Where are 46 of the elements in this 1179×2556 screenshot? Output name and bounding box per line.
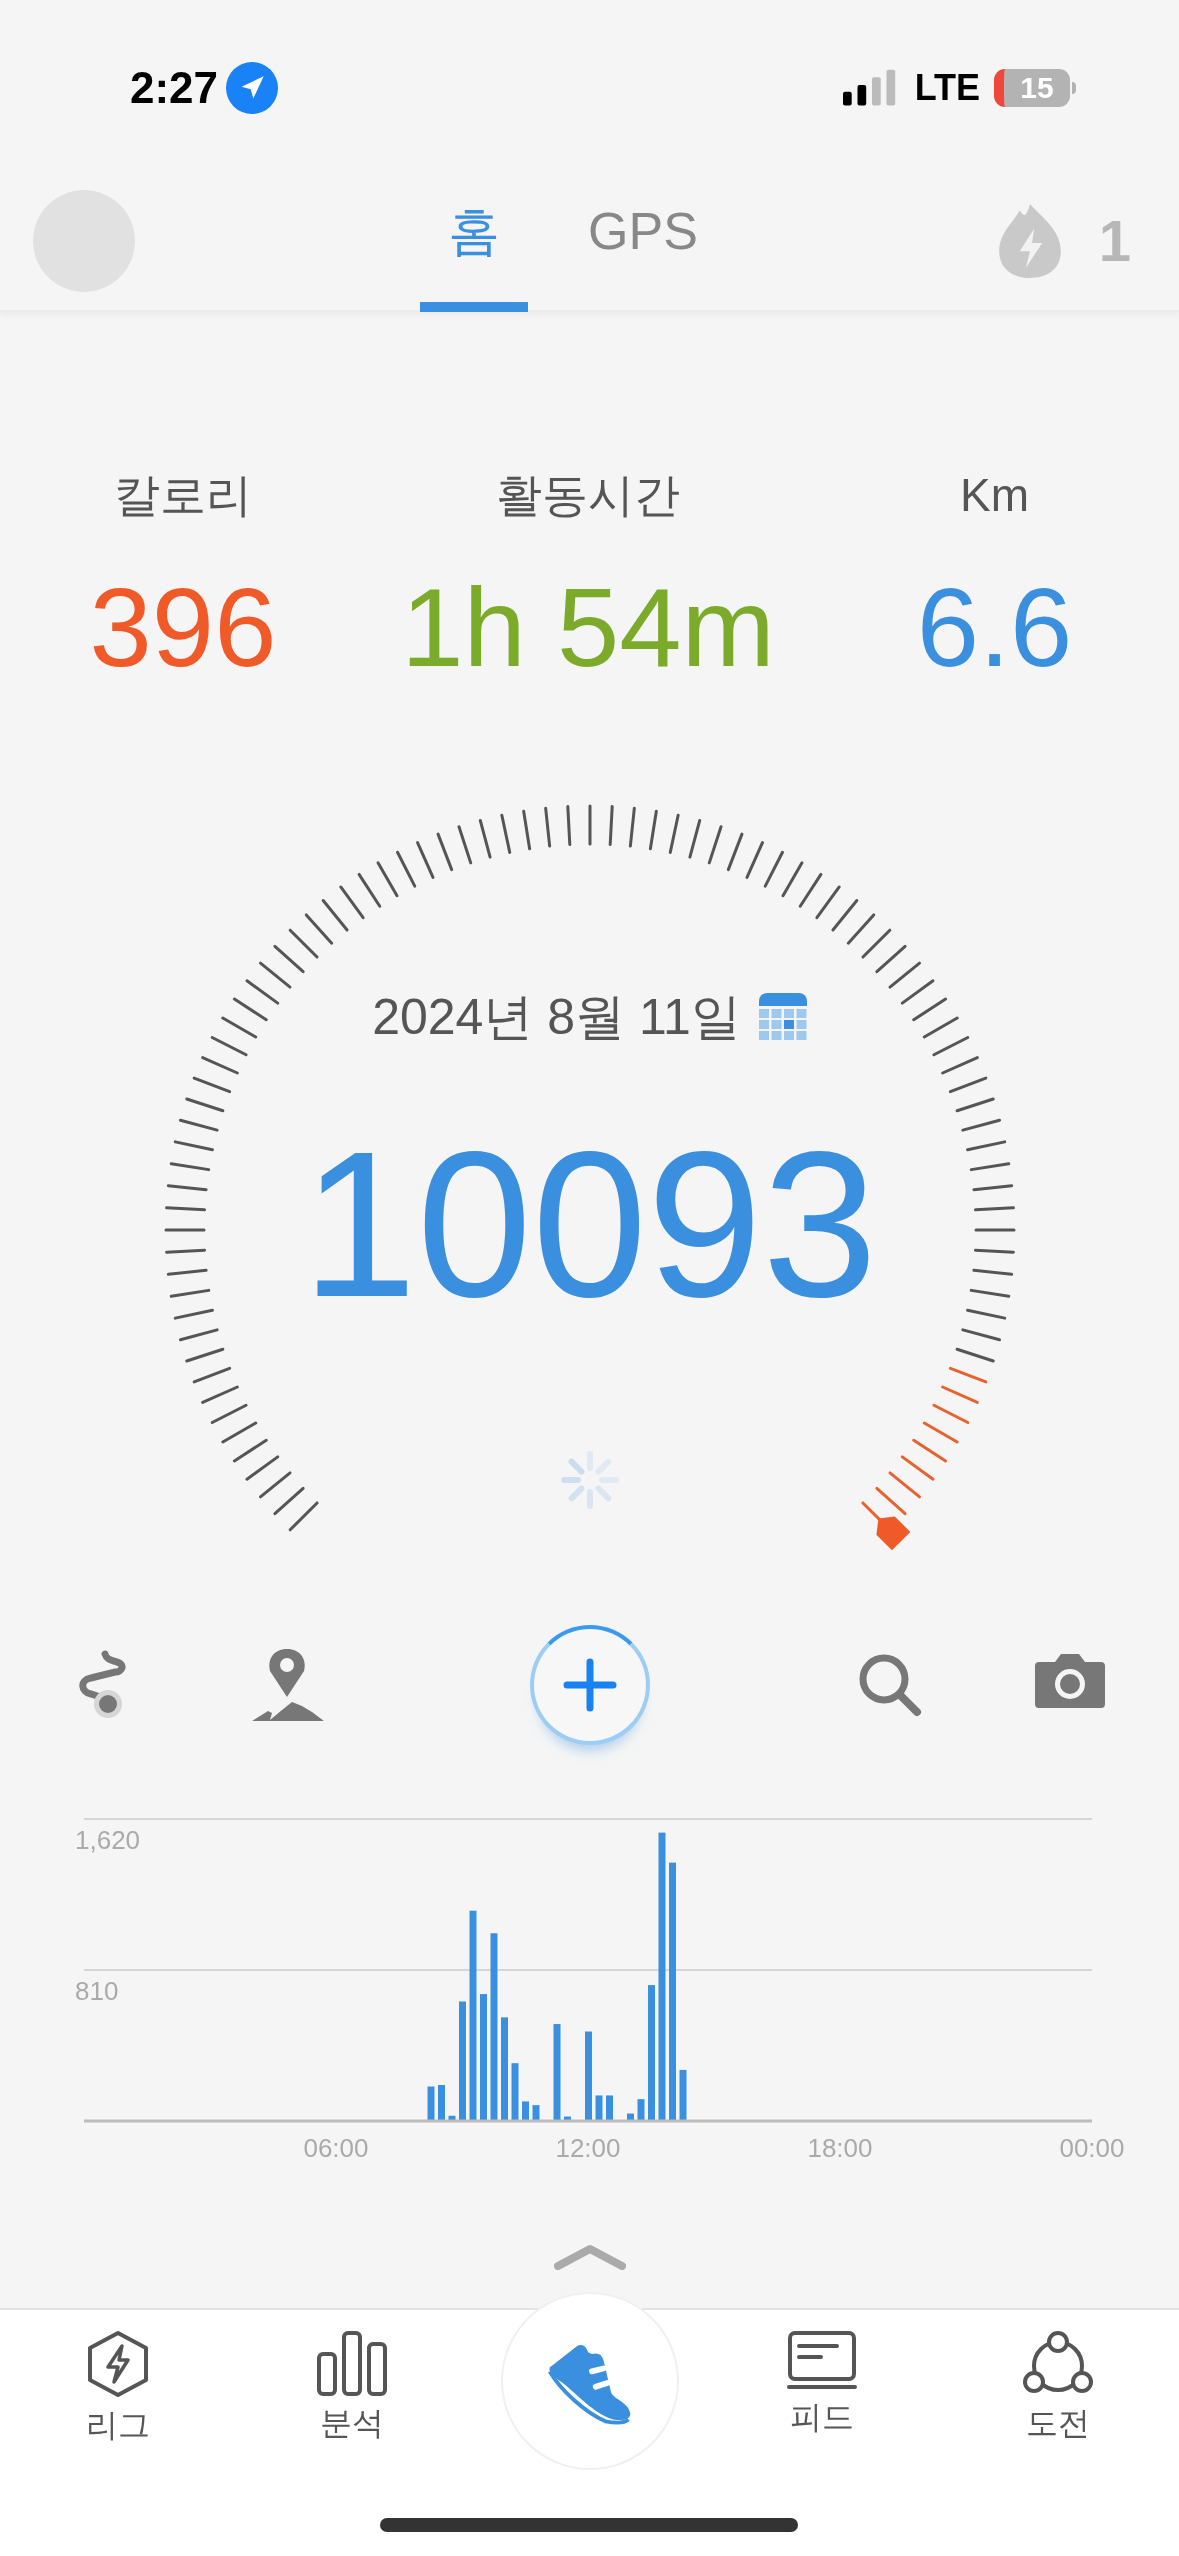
- nav-tab[interactable]: 분석: [277, 2330, 427, 2442]
- network-label: LTE: [914, 68, 980, 108]
- search-icon[interactable]: [857, 1652, 923, 1718]
- bar: [532, 2105, 540, 2121]
- circles-icon: [1023, 2330, 1093, 2396]
- axis-label: 12:00: [555, 2133, 621, 2163]
- axis-label: 18:00: [807, 2133, 873, 2163]
- stat-label: 칼로리: [114, 468, 252, 522]
- step-count: 10093: [301, 1120, 878, 1330]
- chevron-up-icon[interactable]: [553, 2244, 626, 2270]
- stat-label: 활동시간: [496, 468, 680, 522]
- bar: [564, 2116, 571, 2121]
- bar: [627, 2113, 634, 2121]
- axis-label: 00:00: [1059, 2133, 1125, 2163]
- axis-label: 810: [75, 1976, 119, 2006]
- battery-indicator: 15: [994, 69, 1070, 107]
- nav-tab[interactable]: 피드: [747, 2330, 897, 2436]
- nav-tab[interactable]: 도전: [983, 2330, 1133, 2442]
- nav-tab[interactable]: 리그: [43, 2330, 193, 2444]
- streak-count: 1: [1098, 212, 1131, 270]
- bar: [511, 2063, 519, 2121]
- bar: [679, 2069, 687, 2121]
- bar: [606, 2095, 613, 2121]
- stat-value: 6.6: [916, 572, 1073, 684]
- bar: [522, 2101, 529, 2121]
- axis-label: 1,620: [75, 1825, 141, 1855]
- bar: [637, 2099, 645, 2121]
- bar-chart-icon: [316, 2330, 388, 2396]
- stat-value: 396: [89, 572, 277, 684]
- stat-label: Km: [960, 468, 1029, 522]
- status-time: 2:27: [130, 62, 219, 114]
- date-label: 2024년 8월 11일: [372, 988, 741, 1047]
- flame-icon: [996, 202, 1063, 280]
- stat-value: 1h 54m: [401, 572, 775, 684]
- plus-icon: [563, 1658, 617, 1712]
- card-icon: [787, 2330, 857, 2390]
- bar: [438, 2085, 445, 2121]
- bar: [595, 2095, 603, 2121]
- axis-label: 06:00: [303, 2133, 369, 2163]
- loading-spinner-icon: [559, 1450, 620, 1510]
- gauge-marker: [876, 1516, 911, 1551]
- bar: [427, 2086, 435, 2121]
- bar: [448, 2115, 456, 2121]
- location-icon: [226, 62, 279, 114]
- calendar-icon[interactable]: [758, 993, 807, 1041]
- hexagon-bolt-icon: [86, 2330, 150, 2398]
